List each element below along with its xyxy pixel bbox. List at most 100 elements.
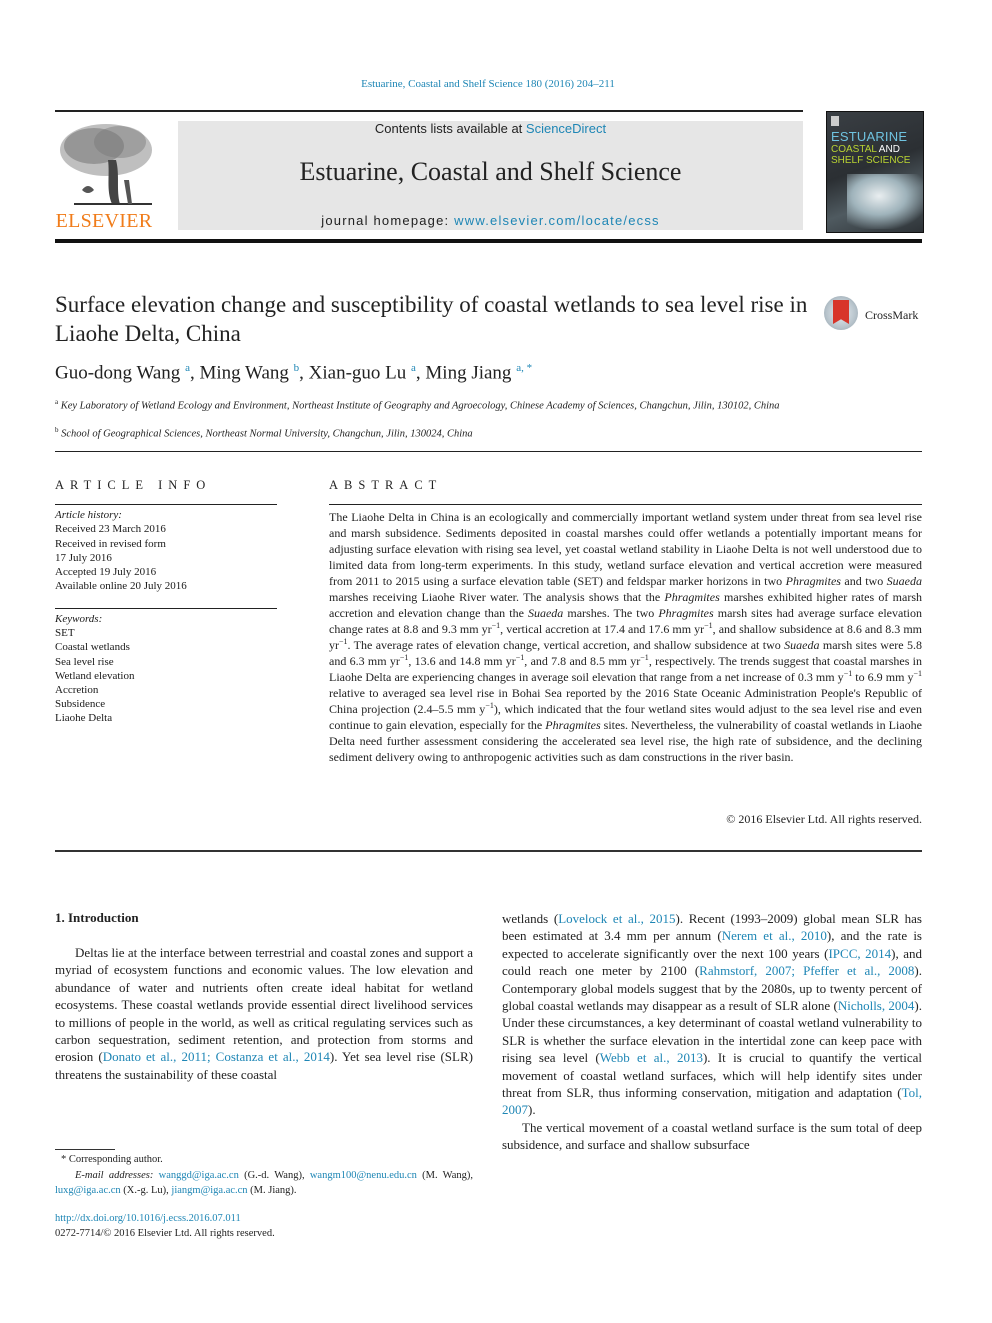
author[interactable]: Guo-dong Wang — [55, 362, 180, 383]
elsevier-logo[interactable]: ELSEVIER — [52, 118, 156, 234]
citation-link[interactable]: Webb et al., 2013 — [600, 1050, 703, 1065]
footnotes: * Corresponding author. E-mail addresses… — [55, 1152, 473, 1199]
species-name: Phragmites — [785, 574, 841, 588]
corresponding-author-note: * Corresponding author. — [61, 1154, 163, 1165]
sciencedirect-link[interactable]: ScienceDirect — [526, 121, 606, 136]
abstract-rule — [329, 504, 922, 505]
crossmark-label: CrossMark — [865, 308, 919, 322]
keyword: SET — [55, 627, 75, 640]
abstract-heading: ABSTRACT — [329, 478, 443, 492]
author[interactable]: Xian-guo Lu — [309, 362, 407, 383]
affiliation-a: a Key Laboratory of Wetland Ecology and … — [55, 395, 815, 414]
text-run: to 6.9 mm y — [852, 670, 914, 684]
introduction-heading: 1. Introduction — [55, 910, 139, 925]
keywords-rule — [55, 608, 277, 609]
species-name: Phragmites — [658, 606, 714, 620]
keyword: Liaohe Delta — [55, 712, 113, 725]
doi-block: http://dx.doi.org/10.1016/j.ecss.2016.07… — [55, 1211, 275, 1241]
author-list: Guo-dong Wang a, Ming Wang b, Xian-guo L… — [55, 362, 533, 384]
text-run: ). — [528, 1102, 536, 1118]
journal-cover-image[interactable]: ESTUARINE COASTAL AND SHELF SCIENCE — [826, 111, 924, 233]
keywords-list: Keywords: SET Coastal wetlands Sea level… — [55, 612, 275, 726]
intro-column-left: Deltas lie at the interface between terr… — [55, 944, 473, 1083]
superscript: −1 — [339, 637, 348, 646]
abstract-copyright: © 2016 Elsevier Ltd. All rights reserved… — [726, 812, 922, 826]
email-caption: E-mail addresses: — [75, 1169, 154, 1181]
history-item: Received 23 March 2016 — [55, 523, 166, 536]
citation-link[interactable]: IPCC, 2014 — [828, 946, 891, 961]
species-name: Suaeda — [527, 606, 564, 620]
superscript: −1 — [913, 669, 922, 678]
article-info-heading: ARTICLE INFO — [55, 478, 212, 492]
email-owner: (X.-g. Lu) — [123, 1185, 167, 1196]
cover-coast-photo — [847, 174, 923, 229]
journal-homepage-link[interactable]: www.elsevier.com/locate/ecss — [454, 213, 660, 228]
elsevier-tree-icon — [54, 120, 154, 208]
contents-line: Contents lists available at ScienceDirec… — [178, 121, 803, 136]
keyword: Wetland elevation — [55, 669, 135, 682]
author[interactable]: Ming Jiang — [425, 362, 511, 383]
author-affiliation-marker[interactable]: a — [185, 362, 190, 374]
affiliation-text: Key Laboratory of Wetland Ecology and En… — [60, 400, 780, 412]
email-owner: (G.-d. Wang) — [244, 1169, 302, 1181]
cover-title-coastal: COASTAL — [831, 144, 877, 155]
journal-citation[interactable]: Estuarine, Coastal and Shelf Science 180… — [0, 78, 976, 90]
author-affiliation-marker[interactable]: b — [294, 362, 300, 374]
footnote-rule — [55, 1149, 115, 1150]
citation-link[interactable]: Nerem et al., 2010 — [722, 928, 827, 943]
journal-banner: Contents lists available at ScienceDirec… — [178, 121, 803, 230]
citation-link[interactable]: Nicholls, 2004 — [838, 998, 915, 1013]
intro-column-right: wetlands (Lovelock et al., 2015). Recent… — [502, 910, 922, 1154]
citation-link[interactable]: Rahmstorf, 2007; Pfeffer et al., 2008 — [699, 963, 914, 978]
email-owner: (M. Wang) — [422, 1169, 471, 1181]
text-run: , and 7.8 and 8.5 mm yr — [524, 654, 641, 668]
history-item: Available online 20 July 2016 — [55, 580, 187, 593]
homepage-prefix: journal homepage: — [321, 213, 455, 228]
text-run: The vertical movement of a coastal wetla… — [502, 1119, 922, 1153]
article-history-caption: Article history: — [55, 509, 122, 521]
email-owner: (M. Jiang). — [250, 1185, 297, 1196]
cover-title-line3: SHELF SCIENCE — [831, 155, 911, 166]
superscript: −1 — [640, 653, 649, 662]
cover-title-line2: COASTAL AND — [831, 144, 900, 155]
email-link[interactable]: wangm100@nenu.edu.cn — [310, 1170, 417, 1181]
email-link[interactable]: wanggd@iga.ac.cn — [159, 1170, 239, 1181]
crossmark-button[interactable]: CrossMark — [824, 296, 924, 336]
text-run: wetlands ( — [502, 911, 559, 926]
text-run: marshes receiving Liaohe River water. Th… — [329, 590, 665, 604]
keyword: Sea level rise — [55, 655, 114, 668]
citation-link[interactable]: Donato et al., 2011; Costanza et al., 20… — [103, 1049, 330, 1064]
email-link[interactable]: luxg@iga.ac.cn — [55, 1185, 121, 1196]
affiliation-key: b — [55, 426, 59, 434]
affiliation-b: b School of Geographical Sciences, North… — [55, 423, 815, 442]
superscript: −1 — [515, 653, 525, 662]
keywords-caption: Keywords: — [55, 613, 103, 625]
intro-paragraph: The vertical movement of a coastal wetla… — [502, 1119, 922, 1154]
journal-title[interactable]: Estuarine, Coastal and Shelf Science — [178, 157, 803, 187]
intro-paragraph: wetlands (Lovelock et al., 2015). Recent… — [502, 910, 922, 1119]
affiliation-rule — [55, 451, 922, 452]
text-run: Deltas lie at the interface between terr… — [55, 945, 473, 1065]
text-run: and two — [840, 574, 887, 588]
email-link[interactable]: jiangm@iga.ac.cn — [171, 1185, 247, 1196]
cover-title-and: AND — [876, 144, 900, 155]
header-top-rule — [55, 110, 803, 112]
doi-link[interactable]: http://dx.doi.org/10.1016/j.ecss.2016.07… — [55, 1213, 241, 1224]
author[interactable]: Ming Wang — [199, 362, 288, 383]
keyword: Subsidence — [55, 698, 106, 711]
elsevier-wordmark: ELSEVIER — [55, 210, 153, 232]
front-matter-rule — [55, 850, 922, 852]
citation-link[interactable]: Lovelock et al., 2015 — [558, 911, 675, 926]
cover-title-line1: ESTUARINE — [831, 129, 908, 144]
species-name: Suaeda — [784, 638, 820, 652]
header-bottom-rule — [55, 239, 922, 243]
author-affiliation-marker[interactable]: a, * — [516, 362, 532, 374]
article-info-rule — [55, 504, 277, 505]
species-name: Phragmites — [664, 590, 720, 604]
author-affiliation-marker[interactable]: a — [411, 362, 416, 374]
superscript: −1 — [704, 621, 713, 630]
text-run: marshes. The two — [563, 606, 659, 620]
abstract-body: The Liaohe Delta in China is an ecologic… — [329, 509, 922, 765]
history-item: Received in revised form — [55, 537, 166, 550]
contents-prefix: Contents lists available at — [374, 121, 526, 136]
